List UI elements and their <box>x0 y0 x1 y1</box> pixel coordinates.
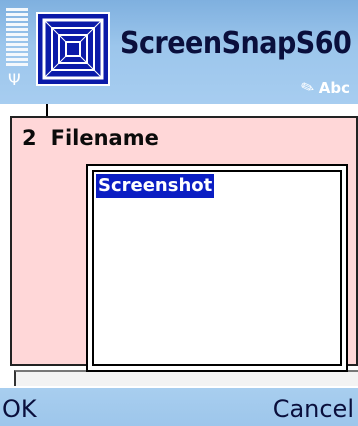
pen-icon: ✎ <box>298 76 318 99</box>
dialog-shadow <box>14 370 358 386</box>
input-mode-label: Abc <box>318 78 350 97</box>
app-title: ScreenSnapS60 <box>120 26 352 61</box>
ok-softkey[interactable]: OK <box>2 394 37 424</box>
softkey-bar: OK Cancel <box>0 388 358 426</box>
concentric-squares-icon <box>36 12 110 86</box>
cancel-softkey[interactable]: Cancel <box>273 394 354 424</box>
background-divider <box>46 104 48 116</box>
filename-field-value[interactable]: Screenshot <box>96 174 215 198</box>
dialog-prompt: 2 Filename <box>22 126 159 150</box>
prompt-label: Filename <box>50 126 159 150</box>
filename-field-inner-border <box>92 170 342 366</box>
status-bar: Ψ ScreenSnapS60 ✎ Abc <box>0 0 358 104</box>
input-mode-indicator: ✎ Abc <box>298 76 350 99</box>
prompt-number: 2 <box>22 126 37 150</box>
antenna-icon: Ψ <box>8 70 21 89</box>
